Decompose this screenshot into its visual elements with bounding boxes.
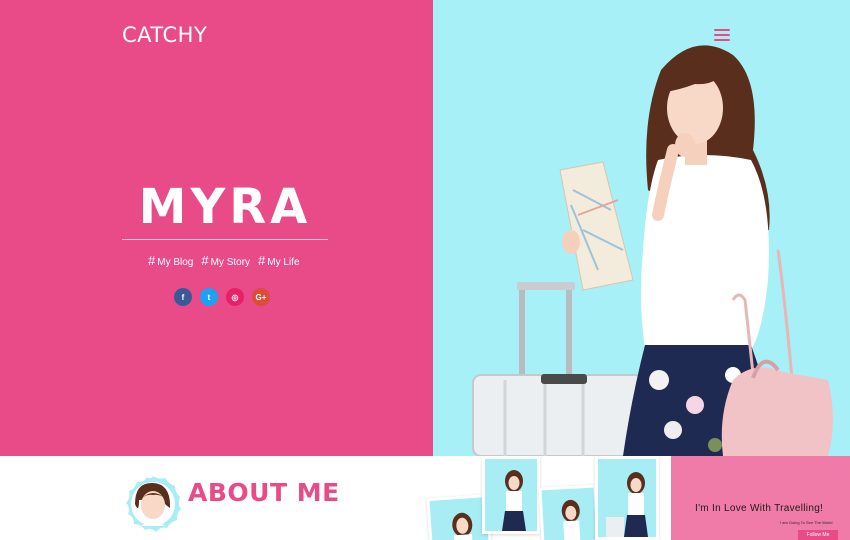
twitter-icon[interactable]: t	[200, 288, 218, 306]
hash-icon: #	[201, 253, 209, 268]
promo-subtitle: I am Going To See The World	[780, 520, 833, 525]
gallery-photo-image	[606, 472, 648, 537]
hero-title: MYRA	[138, 179, 312, 235]
promo-title: I'm In Love With Travelling!	[695, 503, 824, 514]
menu-bar	[714, 34, 730, 36]
dribbble-icon[interactable]: ◎	[226, 288, 244, 306]
hero-tag-list: # My Blog # My Story # My Life	[122, 253, 432, 268]
tag-label: My Blog	[157, 257, 194, 268]
tag-label: My Life	[267, 257, 300, 268]
tag-my-life[interactable]: # My Life	[258, 253, 299, 268]
tag-my-story[interactable]: # My Story	[201, 253, 250, 268]
tag-label: My Story	[210, 257, 251, 268]
gallery-photo-image	[502, 470, 526, 531]
hero-photo	[472, 45, 833, 456]
brand-logo[interactable]: CATCHY	[122, 23, 207, 47]
hamburger-menu-icon[interactable]	[714, 29, 730, 42]
about-strip: ABOUT ME I'm In Love With Travelling! I …	[0, 456, 850, 540]
about-title: ABOUT ME	[188, 478, 340, 507]
menu-bar	[714, 29, 730, 31]
hash-icon: #	[148, 253, 156, 268]
tag-my-blog[interactable]: # My Blog	[148, 253, 193, 268]
gallery-photo[interactable]	[482, 456, 540, 534]
gallery-photo[interactable]	[595, 456, 659, 540]
hero-photo-panel	[433, 0, 850, 456]
hash-icon: #	[258, 253, 266, 268]
follow-me-button[interactable]: Follow Me	[798, 530, 838, 540]
menu-bar	[714, 39, 730, 41]
google-plus-icon[interactable]: G+	[252, 288, 270, 306]
promo-panel	[671, 456, 850, 540]
hero-divider	[122, 239, 328, 240]
hero-section: CATCHY MYRA # My Blog # My Story # My Life …	[0, 0, 850, 456]
social-links: f t ◎ G+	[174, 288, 270, 306]
facebook-icon[interactable]: f	[174, 288, 192, 306]
gallery-photo-image	[561, 499, 581, 540]
avatar	[126, 476, 181, 532]
gallery-photo[interactable]	[538, 484, 600, 540]
